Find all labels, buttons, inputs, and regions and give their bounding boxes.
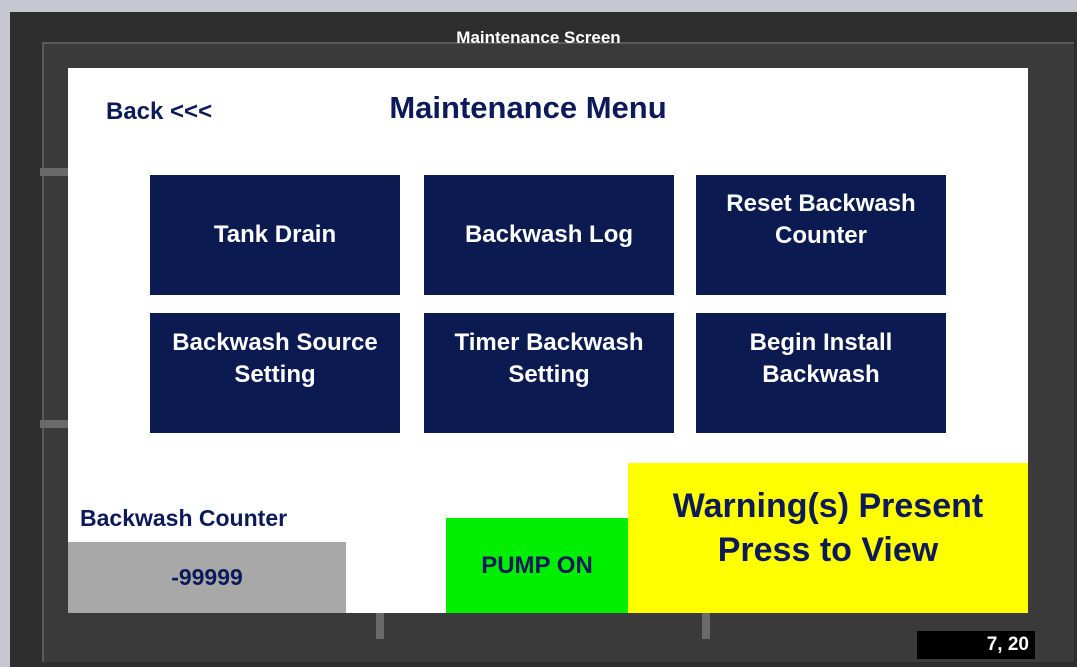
frame-notch-bottom-2: [702, 613, 710, 639]
frame-notch-left-2: [40, 420, 68, 428]
begin-install-backwash-button[interactable]: Begin Install Backwash: [696, 313, 946, 433]
frame-notch-left-1: [40, 168, 68, 176]
begin-install-backwash-label: Begin Install Backwash: [749, 329, 893, 388]
backwash-counter-label: Backwash Counter: [80, 505, 288, 531]
reset-backwash-counter-label: Reset Backwash Counter: [726, 190, 916, 249]
page-title-text: Maintenance Menu: [389, 90, 667, 125]
warnings-button[interactable]: Warning(s) Present Press to View: [628, 463, 1028, 613]
backwash-counter-value: -99999: [68, 542, 346, 613]
timer-backwash-setting-button[interactable]: Timer Backwash Setting: [424, 313, 674, 433]
pump-status-indicator: PUMP ON: [446, 518, 628, 613]
maintenance-screen: Back <<< Maintenance Menu Tank Drain Bac…: [68, 68, 1028, 613]
pump-status-text: PUMP ON: [481, 551, 593, 579]
reset-backwash-counter-button[interactable]: Reset Backwash Counter: [696, 175, 946, 295]
page-title: Maintenance Menu: [68, 90, 1028, 126]
backwash-log-button[interactable]: Backwash Log: [424, 175, 674, 295]
frame-notch-bottom-1: [376, 613, 384, 639]
backwash-source-setting-button[interactable]: Backwash Source Setting: [150, 313, 400, 433]
tank-drain-button[interactable]: Tank Drain: [150, 175, 400, 295]
cursor-coordinates: 7, 20: [917, 631, 1035, 659]
warnings-text: Warning(s) Present Press to View: [672, 487, 984, 569]
window-title: Maintenance Screen: [456, 28, 621, 47]
backwash-log-label: Backwash Log: [464, 221, 634, 248]
timer-backwash-setting-label: Timer Backwash Setting: [454, 329, 644, 388]
tank-drain-label: Tank Drain: [213, 221, 337, 248]
backwash-source-setting-label: Backwash Source Setting: [172, 329, 378, 388]
backwash-counter-value-text: -99999: [171, 564, 243, 590]
